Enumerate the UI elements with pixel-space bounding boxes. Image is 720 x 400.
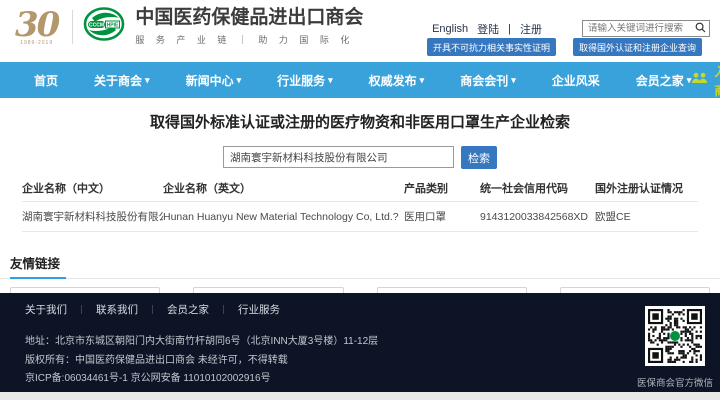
table-row: 湖南寰宇新材料科技股份有限公司Hunan Huanyu New Material… (22, 202, 698, 232)
footer: 关于我们 ｜ 联系我们 ｜ 会员之家 ｜ 行业服务 地址：北京市东城区朝阳门内大街南竹杆胡同… (0, 293, 720, 392)
table-cell: 9143120033842568XD (480, 204, 595, 230)
table-header-cell: 产品类别 (404, 175, 480, 201)
footer-link-divider: ｜ (148, 303, 157, 316)
chevron-down-icon: ▾ (420, 75, 425, 86)
wechat-qr-caption: 医保商会官方微信 (637, 375, 705, 389)
join-people-icon (691, 72, 708, 88)
anniversary-30-logo: 30 1989-2019 (15, 8, 58, 46)
table-cell: 医用口罩 (404, 202, 480, 231)
search-icon[interactable] (695, 20, 706, 38)
table-header-cell: 统一社会信用代码 (480, 175, 595, 201)
site-title: 中国医药保健品进出口商会 (135, 7, 363, 29)
footer-link-1[interactable]: 联系我们 (96, 302, 138, 317)
anniversary-years: 1989-2019 (20, 40, 53, 46)
page-title: 取得国外标准认证或注册的医疗物资和非医用口罩生产企业检索 (0, 98, 720, 132)
chevron-down-icon: ▾ (511, 75, 516, 86)
footer-link-divider: ｜ (77, 303, 86, 316)
main-nav: 首页关于商会▾新闻中心▾行业服务▾权威发布▾商会会刊▾企业风采会员之家▾ 加入商… (0, 62, 720, 98)
header: 30 1989-2019 CCCM HPIE 中国医药保健品进出口商会 服 务 … (0, 0, 720, 62)
footer-address: 地址：北京市东城区朝阳门内大街南竹杆胡同6号（北京INN大厦3号楼）11-12层 (25, 333, 720, 352)
chevron-down-icon: ▾ (237, 75, 242, 86)
nav-item-6[interactable]: 企业风采 (552, 72, 600, 89)
company-search-input[interactable] (223, 146, 454, 168)
footer-info: 地址：北京市东城区朝阳门内大街南竹杆胡同6号（北京INN大厦3号楼）11-12层… (25, 333, 720, 389)
footer-link-3[interactable]: 行业服务 (238, 302, 280, 317)
chamber-logo-icon: CCCM HPIE (83, 6, 125, 47)
english-link[interactable]: English (432, 23, 468, 35)
link-divider: | (508, 23, 511, 35)
wechat-qr-code (645, 306, 705, 366)
result-table: 企业名称（中文）企业名称（英文）产品类别统一社会信用代码国外注册认证情况 湖南寰… (0, 175, 720, 232)
footer-links: 关于我们 ｜ 联系我们 ｜ 会员之家 ｜ 行业服务 (25, 302, 720, 317)
register-link[interactable]: 注册 (520, 21, 542, 37)
svg-text:CCCM: CCCM (89, 23, 104, 29)
anniversary-number: 30 (15, 8, 58, 42)
footer-link-divider: ｜ (219, 303, 228, 316)
footer-link-2[interactable]: 会员之家 (167, 302, 209, 317)
foreign-cert-query-button[interactable]: 取得国外认证和注册企业查询 (573, 38, 702, 56)
table-cell: Hunan Huanyu New Material Technology Co,… (163, 204, 404, 230)
top-utility-row: English 登陆 | 注册 (432, 20, 710, 37)
nav-item-2[interactable]: 新闻中心▾ (186, 72, 242, 89)
header-action-buttons: 开具不可抗力相关事实性证明 取得国外认证和注册企业查询 (427, 38, 702, 56)
friend-links-title: 友情链接 (0, 253, 720, 272)
chevron-down-icon: ▾ (145, 75, 150, 86)
table-header-cell: 企业名称（英文） (163, 175, 404, 201)
footer-link-0[interactable]: 关于我们 (25, 302, 67, 317)
friend-links-rule (0, 277, 720, 279)
header-search-input[interactable] (588, 23, 695, 34)
bottom-strip (0, 392, 720, 400)
footer-icp: 京ICP备:06034461号-1 京公网安备 11010102002916号 (25, 370, 720, 389)
company-search-row: 检索 (0, 146, 720, 169)
nav-item-3[interactable]: 行业服务▾ (277, 72, 333, 89)
svg-text:HPIE: HPIE (107, 23, 119, 29)
nav-item-0[interactable]: 首页 (34, 72, 58, 89)
wechat-qr-block: 医保商会官方微信 (645, 306, 705, 389)
nav-item-1[interactable]: 关于商会▾ (94, 72, 150, 89)
top-links: English 登陆 | 注册 (432, 21, 542, 37)
brand-text: 中国医药保健品进出口商会 服 务 产 业 链 ｜ 助 力 国 际 化 (135, 7, 363, 46)
search-submit-button[interactable]: 检索 (461, 146, 497, 169)
nav-item-5[interactable]: 商会会刊▾ (460, 72, 516, 89)
header-search-box (582, 20, 710, 37)
force-majeure-cert-button[interactable]: 开具不可抗力相关事实性证明 (427, 38, 556, 56)
footer-copyright: 版权所有：中国医药保健品进出口商会 未经许可，不得转载 (25, 352, 720, 371)
nav-item-4[interactable]: 权威发布▾ (369, 72, 425, 89)
table-cell: 湖南寰宇新材料科技股份有限公司 (22, 202, 163, 231)
table-cell: 欧盟CE (595, 202, 698, 231)
chevron-down-icon: ▾ (328, 75, 333, 86)
table-header-cell: 企业名称（中文） (22, 175, 163, 201)
table-header-cell: 国外注册认证情况 (595, 175, 698, 201)
site-tagline: 服 务 产 业 链 ｜ 助 力 国 际 化 (135, 33, 363, 46)
nav-item-7[interactable]: 会员之家▾ (636, 72, 692, 89)
table-header-row: 企业名称（中文）企业名称（英文）产品类别统一社会信用代码国外注册认证情况 (22, 175, 698, 202)
login-link[interactable]: 登陆 (477, 21, 499, 37)
brand-divider (72, 10, 73, 44)
main-content: 取得国外标准认证或注册的医疗物资和非医用口罩生产企业检索 检索 企业名称（中文）… (0, 98, 720, 293)
page: 30 1989-2019 CCCM HPIE 中国医药保健品进出口商会 服 务 … (0, 0, 720, 400)
nav-items: 首页 关于商会▾ 新闻中心▾ 行业服务▾ 权威发布▾ 商会会刊▾ 企业风采 会员之家▾ (34, 72, 691, 89)
brand: 30 1989-2019 CCCM HPIE 中国医药保健品进出口商会 服 务 … (15, 6, 363, 47)
